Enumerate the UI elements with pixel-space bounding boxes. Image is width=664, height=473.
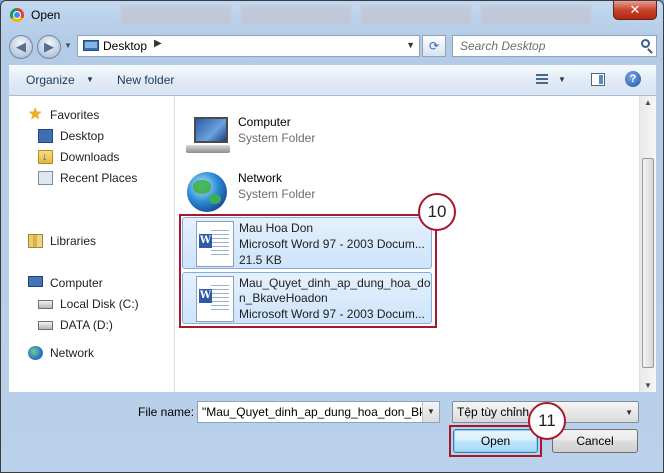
hard-disk-icon (38, 300, 53, 309)
arrow-left-icon: ◀ (16, 39, 26, 54)
nav-desktop-label: Desktop (60, 129, 105, 143)
computer-icon (28, 276, 43, 287)
step-11-badge: 11 (528, 402, 566, 440)
scroll-down-icon[interactable]: ▼ (644, 381, 652, 390)
help-icon[interactable]: ? (625, 71, 641, 87)
address-dropdown-icon[interactable]: ▼ (406, 40, 415, 50)
recent-places-icon (38, 171, 53, 185)
file-item-network[interactable]: Network System Folder (175, 162, 435, 212)
vertical-scrollbar[interactable]: ▲ ▼ (639, 96, 656, 392)
search-icon[interactable] (641, 39, 650, 48)
nav-libraries-label: Libraries (50, 234, 97, 248)
open-button[interactable]: Open (453, 429, 538, 453)
window-title: Open (31, 8, 61, 22)
open-dialog: Open ✕ ◀ ▶ ▼ Desktop ▶ ▼ ⟳ Organize ▼ Ne… (0, 0, 664, 473)
search-box[interactable] (452, 35, 657, 57)
change-view-icon[interactable] (536, 74, 548, 85)
file-item-computer[interactable]: Computer System Folder (175, 106, 435, 156)
title-bar: Open ✕ (1, 1, 663, 31)
scroll-up-icon[interactable]: ▲ (644, 98, 652, 107)
arrow-right-icon: ▶ (44, 39, 54, 54)
organize-button[interactable]: Organize (26, 73, 75, 87)
nav-favorites-label: Favorites (50, 108, 100, 122)
star-icon: ★ (28, 106, 43, 123)
back-button[interactable]: ◀ (9, 35, 33, 59)
step-10-badge: 10 (418, 193, 456, 231)
view-options-caret-icon[interactable]: ▼ (558, 75, 566, 84)
refresh-icon: ⟳ (428, 39, 440, 53)
navigation-pane: ★ Favorites Desktop Downloads Recent Pla… (9, 96, 175, 392)
search-input[interactable] (453, 36, 640, 56)
hard-disk-icon (38, 321, 53, 330)
file-name-field[interactable]: "Mau_Quyet_dinh_ap_dung_hoa_don_Bkav ▼ (197, 401, 440, 423)
network-icon (28, 346, 43, 360)
close-button[interactable]: ✕ (613, 1, 657, 20)
file-type: System Folder (238, 187, 316, 201)
nav-network-label: Network (50, 346, 95, 360)
organize-caret-icon[interactable]: ▼ (86, 75, 94, 84)
file-name: Computer (238, 115, 291, 129)
refresh-button[interactable]: ⟳ (422, 35, 446, 57)
file-type: System Folder (238, 131, 316, 145)
desktop-icon (38, 129, 53, 143)
nav-computer-label: Computer (50, 276, 103, 290)
background-browser-tabs (121, 5, 601, 25)
scroll-thumb[interactable] (642, 158, 654, 368)
chevron-down-icon: ▼ (625, 408, 633, 417)
breadcrumb-desktop[interactable]: Desktop (103, 39, 147, 53)
computer-icon (186, 117, 230, 153)
file-name: Network (238, 171, 283, 185)
nav-recent-label: Recent Places (60, 171, 138, 185)
network-globe-icon (187, 172, 227, 212)
nav-data-disk-label: DATA (D:) (60, 318, 113, 332)
forward-button[interactable]: ▶ (37, 35, 61, 59)
cancel-button[interactable]: Cancel (552, 429, 638, 453)
desktop-icon (83, 40, 99, 51)
libraries-icon (28, 234, 43, 248)
command-bar: Organize ▼ New folder ▼ ? (9, 65, 656, 96)
breadcrumb-chevron-icon[interactable]: ▶ (154, 38, 162, 49)
nav-downloads-label: Downloads (60, 150, 120, 164)
chevron-down-icon[interactable]: ▼ (422, 402, 439, 422)
new-folder-button[interactable]: New folder (117, 73, 174, 87)
nav-local-disk-label: Local Disk (C:) (60, 297, 139, 311)
file-type-value: Tệp tùy chỉnh (457, 405, 530, 419)
file-name-value: "Mau_Quyet_dinh_ap_dung_hoa_don_Bkav (202, 405, 424, 419)
address-bar[interactable]: Desktop ▶ ▼ (77, 35, 420, 57)
preview-pane-icon[interactable] (591, 73, 605, 86)
selection-highlight-box (179, 214, 437, 328)
file-name-label: File name: (138, 405, 195, 419)
downloads-folder-icon (38, 148, 53, 166)
chrome-icon (10, 8, 24, 22)
recent-pages-dropdown[interactable]: ▼ (64, 41, 72, 50)
